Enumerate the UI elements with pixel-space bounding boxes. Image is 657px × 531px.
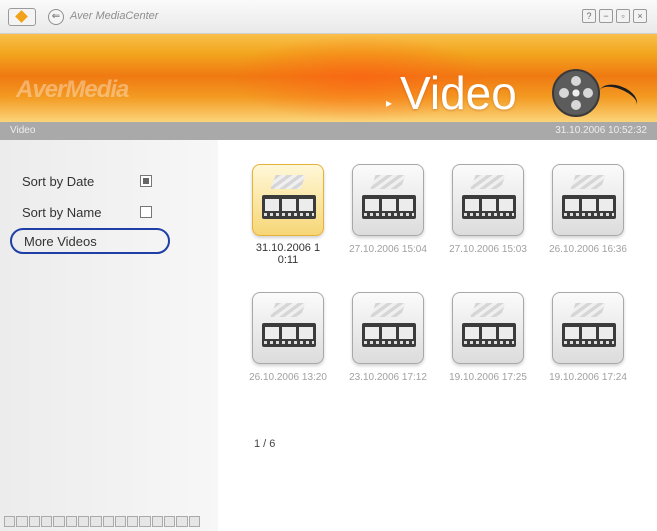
video-date: 27.10.2006 15:03 — [449, 244, 527, 255]
video-thumbnail[interactable] — [452, 292, 524, 364]
video-thumbnail[interactable] — [252, 164, 324, 236]
clapperboard-icon — [570, 175, 606, 189]
film-strip-icon — [462, 195, 516, 219]
more-videos-button[interactable]: More Videos — [24, 234, 97, 249]
video-date: 26.10.2006 13:20 — [249, 372, 327, 383]
film-strip-icon — [562, 195, 616, 219]
video-date: 27.10.2006 15:04 — [349, 244, 427, 255]
clapperboard-icon — [270, 303, 306, 317]
status-label: Video — [10, 125, 36, 136]
video-thumbnail[interactable] — [452, 164, 524, 236]
film-strip-icon — [562, 323, 616, 347]
video-thumbnail[interactable] — [352, 164, 424, 236]
clapperboard-icon — [270, 175, 306, 189]
video-grid: 31.10.2006 1 0:11 27.10.2006 15:04 27.10… — [218, 140, 657, 531]
clapperboard-icon — [370, 303, 406, 317]
film-strip-icon — [462, 323, 516, 347]
video-date: 23.10.2006 17:12 — [349, 372, 427, 383]
video-thumbnail[interactable] — [352, 292, 424, 364]
app-logo-icon[interactable] — [8, 8, 36, 26]
status-bar: Video 31.10.2006 10:52:32 — [0, 122, 657, 140]
sort-by-name-label[interactable]: Sort by Name — [22, 205, 101, 220]
clapperboard-icon — [570, 303, 606, 317]
clapperboard-icon — [470, 303, 506, 317]
arrow-bullet-icon: ▸ — [386, 96, 393, 110]
bottom-control-strip[interactable] — [4, 516, 200, 527]
film-strip-icon — [262, 323, 316, 347]
minimize-button[interactable]: − — [599, 9, 613, 23]
video-date: 31.10.2006 1 0:11 — [255, 242, 321, 266]
film-reel-icon — [552, 69, 600, 117]
video-thumbnail[interactable] — [252, 292, 324, 364]
sidebar: Sort by Date Sort by Name More Videos — [0, 140, 218, 531]
film-strip-icon — [362, 195, 416, 219]
app-title: Aver MediaCenter — [70, 10, 159, 22]
video-date: 26.10.2006 16:36 — [549, 244, 627, 255]
video-thumbnail[interactable] — [552, 164, 624, 236]
restore-button[interactable]: ▫ — [616, 9, 630, 23]
video-date: 19.10.2006 17:25 — [449, 372, 527, 383]
close-button[interactable]: × — [633, 9, 647, 23]
film-tail-icon — [594, 79, 642, 117]
sort-by-date-label[interactable]: Sort by Date — [22, 174, 94, 189]
sort-by-name-checkbox[interactable] — [140, 206, 152, 218]
film-strip-icon — [262, 195, 316, 219]
brand-logo: AverMedia — [16, 76, 129, 103]
help-button[interactable]: ? — [582, 9, 596, 23]
window-controls: ? − ▫ × — [582, 9, 647, 23]
video-date: 19.10.2006 17:24 — [549, 372, 627, 383]
clapperboard-icon — [470, 175, 506, 189]
sort-by-date-checkbox[interactable] — [140, 175, 152, 187]
film-strip-icon — [362, 323, 416, 347]
back-button[interactable]: ⇐ — [48, 9, 64, 25]
page-indicator: 1 / 6 — [254, 438, 276, 450]
header-banner: AverMedia ▸ Video — [0, 34, 657, 122]
title-bar: ⇐ Aver MediaCenter ? − ▫ × — [0, 0, 657, 34]
section-title: Video — [400, 67, 517, 119]
video-thumbnail[interactable] — [552, 292, 624, 364]
status-datetime: 31.10.2006 10:52:32 — [555, 125, 647, 136]
clapperboard-icon — [370, 175, 406, 189]
